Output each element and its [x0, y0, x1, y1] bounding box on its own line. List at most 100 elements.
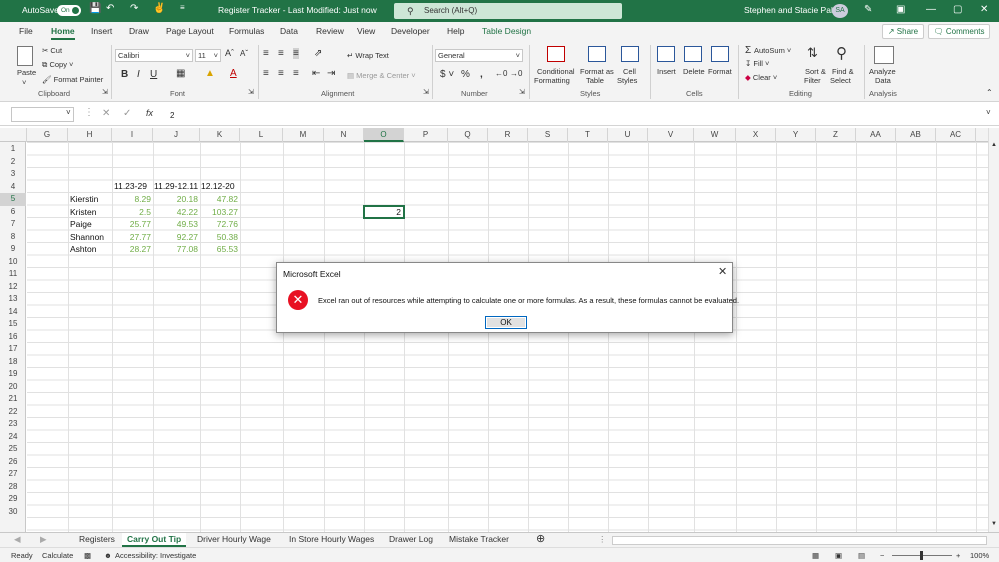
- row-header[interactable]: 1: [0, 143, 26, 156]
- formula-input[interactable]: 2: [170, 111, 174, 120]
- font-name-select[interactable]: Calibri ˅: [115, 49, 193, 62]
- close-icon[interactable]: ✕: [718, 265, 727, 278]
- zoom-in-icon[interactable]: +: [956, 551, 960, 560]
- column-header[interactable]: M: [283, 128, 324, 142]
- share-button[interactable]: ↗ Share: [882, 24, 924, 39]
- column-header[interactable]: AC: [936, 128, 976, 142]
- table-cell-value[interactable]: 50.38: [200, 231, 238, 244]
- customize-qat-icon[interactable]: ≡: [180, 3, 185, 12]
- column-header[interactable]: G: [27, 128, 68, 142]
- table-cell-name[interactable]: Kristen: [70, 206, 112, 219]
- table-cell-value[interactable]: 77.08: [153, 243, 198, 256]
- column-header[interactable]: H: [68, 128, 112, 142]
- autosum-button[interactable]: Σ AutoSum ˅: [745, 45, 791, 56]
- comma-style-icon[interactable]: ,: [480, 69, 483, 80]
- column-header[interactable]: L: [240, 128, 283, 142]
- find-select-label-2[interactable]: Select: [830, 76, 851, 85]
- ok-button[interactable]: OK: [485, 316, 527, 329]
- table-header-cell[interactable]: 12.12-20: [201, 180, 241, 193]
- find-select-label[interactable]: Find &: [832, 67, 854, 76]
- scroll-tabs-right-icon[interactable]: ▶: [40, 534, 47, 545]
- table-cell-value[interactable]: 27.77: [112, 231, 151, 244]
- number-format-select[interactable]: General ˅: [435, 49, 523, 62]
- row-header[interactable]: 25: [0, 443, 26, 456]
- borders-icon[interactable]: ▦: [176, 68, 185, 79]
- row-header[interactable]: 14: [0, 306, 26, 319]
- select-all-corner[interactable]: [0, 128, 27, 142]
- dialog-launcher-icon[interactable]: ⇲: [519, 88, 525, 96]
- name-box[interactable]: [11, 107, 74, 122]
- row-header[interactable]: 18: [0, 356, 26, 369]
- row-header[interactable]: 7: [0, 218, 26, 231]
- table-cell-value[interactable]: 25.77: [112, 218, 151, 231]
- sheet-tab-drawer-log[interactable]: Drawer Log: [389, 534, 433, 544]
- tab-formulas[interactable]: Formulas: [229, 26, 264, 36]
- table-cell-value[interactable]: 72.76: [200, 218, 238, 231]
- cell-styles-label[interactable]: Cell: [623, 67, 636, 76]
- column-header[interactable]: S: [528, 128, 568, 142]
- format-as-table-label[interactable]: Format as: [580, 67, 614, 76]
- row-header[interactable]: 13: [0, 293, 26, 306]
- paste-icon[interactable]: [17, 46, 33, 66]
- tab-view[interactable]: View: [357, 26, 375, 36]
- italic-button[interactable]: I: [137, 69, 140, 80]
- row-header[interactable]: 28: [0, 481, 26, 494]
- tab-table-design[interactable]: Table Design: [482, 26, 531, 36]
- expand-formula-bar-icon[interactable]: ˅: [986, 108, 991, 117]
- table-cell-name[interactable]: Shannon: [70, 231, 112, 244]
- tab-insert[interactable]: Insert: [91, 26, 112, 36]
- paste-button[interactable]: Paste: [17, 68, 36, 77]
- column-header[interactable]: K: [200, 128, 240, 142]
- currency-icon[interactable]: $ ˅: [440, 69, 454, 80]
- sheet-tab-carry-out-tip[interactable]: Carry Out Tip: [122, 533, 187, 547]
- sheet-tab-registers[interactable]: Registers: [79, 534, 115, 544]
- column-header[interactable]: V: [648, 128, 694, 142]
- zoom-level[interactable]: 100%: [970, 551, 989, 560]
- table-cell-value[interactable]: 42.22: [153, 206, 198, 219]
- row-header[interactable]: 27: [0, 468, 26, 481]
- increase-indent-icon[interactable]: ⇥: [327, 68, 335, 79]
- row-header[interactable]: 10: [0, 256, 26, 269]
- row-header[interactable]: 11: [0, 268, 26, 281]
- zoom-slider-handle[interactable]: [920, 551, 923, 560]
- column-header[interactable]: U: [608, 128, 648, 142]
- sort-filter-label[interactable]: Sort &: [805, 67, 826, 76]
- align-left-icon[interactable]: ≡: [263, 68, 269, 79]
- avatar[interactable]: SA: [832, 4, 848, 18]
- conditional-formatting-label[interactable]: Conditional: [537, 67, 575, 76]
- table-header-cell[interactable]: 11.29-12.11: [154, 180, 200, 193]
- align-right-icon[interactable]: ≡: [293, 68, 299, 79]
- cut-button[interactable]: ✂ Cut: [42, 46, 62, 55]
- conditional-formatting-label-2[interactable]: Formatting: [534, 76, 570, 85]
- name-box-dropdown-icon[interactable]: ˅: [66, 108, 71, 117]
- row-header[interactable]: 24: [0, 431, 26, 444]
- table-cell-value[interactable]: 103.27: [200, 206, 238, 219]
- dialog-launcher-icon[interactable]: ⇲: [102, 88, 108, 96]
- maximize-icon[interactable]: ▢: [953, 4, 962, 15]
- page-layout-view-icon[interactable]: ▣: [835, 551, 842, 560]
- row-header[interactable]: 20: [0, 381, 26, 394]
- worksheet-grid[interactable]: 11.23-29 11.29-12.11 12.12-20 Kierstin 8…: [27, 142, 988, 532]
- sheet-tab-in-store-hourly-wages[interactable]: In Store Hourly Wages: [289, 534, 374, 544]
- align-middle-icon[interactable]: ≡: [278, 48, 284, 59]
- row-header[interactable]: 15: [0, 318, 26, 331]
- wrap-text-button[interactable]: ↵ Wrap Text: [347, 51, 389, 60]
- fill-color-icon[interactable]: ▲: [205, 68, 215, 79]
- table-header-cell[interactable]: 11.23-29: [114, 180, 154, 193]
- autosave-toggle[interactable]: On: [57, 5, 81, 16]
- column-header[interactable]: X: [736, 128, 776, 142]
- insert-cells-button[interactable]: Insert: [657, 67, 676, 76]
- tab-home[interactable]: Home: [51, 26, 75, 40]
- column-header-selected[interactable]: O: [364, 128, 404, 142]
- scroll-down-icon[interactable]: ▼: [991, 521, 997, 527]
- row-header-selected[interactable]: 5: [0, 193, 26, 206]
- status-calculate[interactable]: Calculate: [42, 551, 73, 560]
- merge-center-button[interactable]: ▤ Merge & Center ˅: [347, 71, 416, 80]
- tab-data[interactable]: Data: [280, 26, 298, 36]
- confirm-entry-icon[interactable]: ✓: [123, 108, 131, 119]
- orientation-icon[interactable]: ⇗: [314, 48, 322, 59]
- save-icon[interactable]: 💾: [89, 3, 101, 14]
- cell-styles-label-2[interactable]: Styles: [617, 76, 637, 85]
- column-header[interactable]: AB: [896, 128, 936, 142]
- table-cell-value[interactable]: 20.18: [153, 193, 198, 206]
